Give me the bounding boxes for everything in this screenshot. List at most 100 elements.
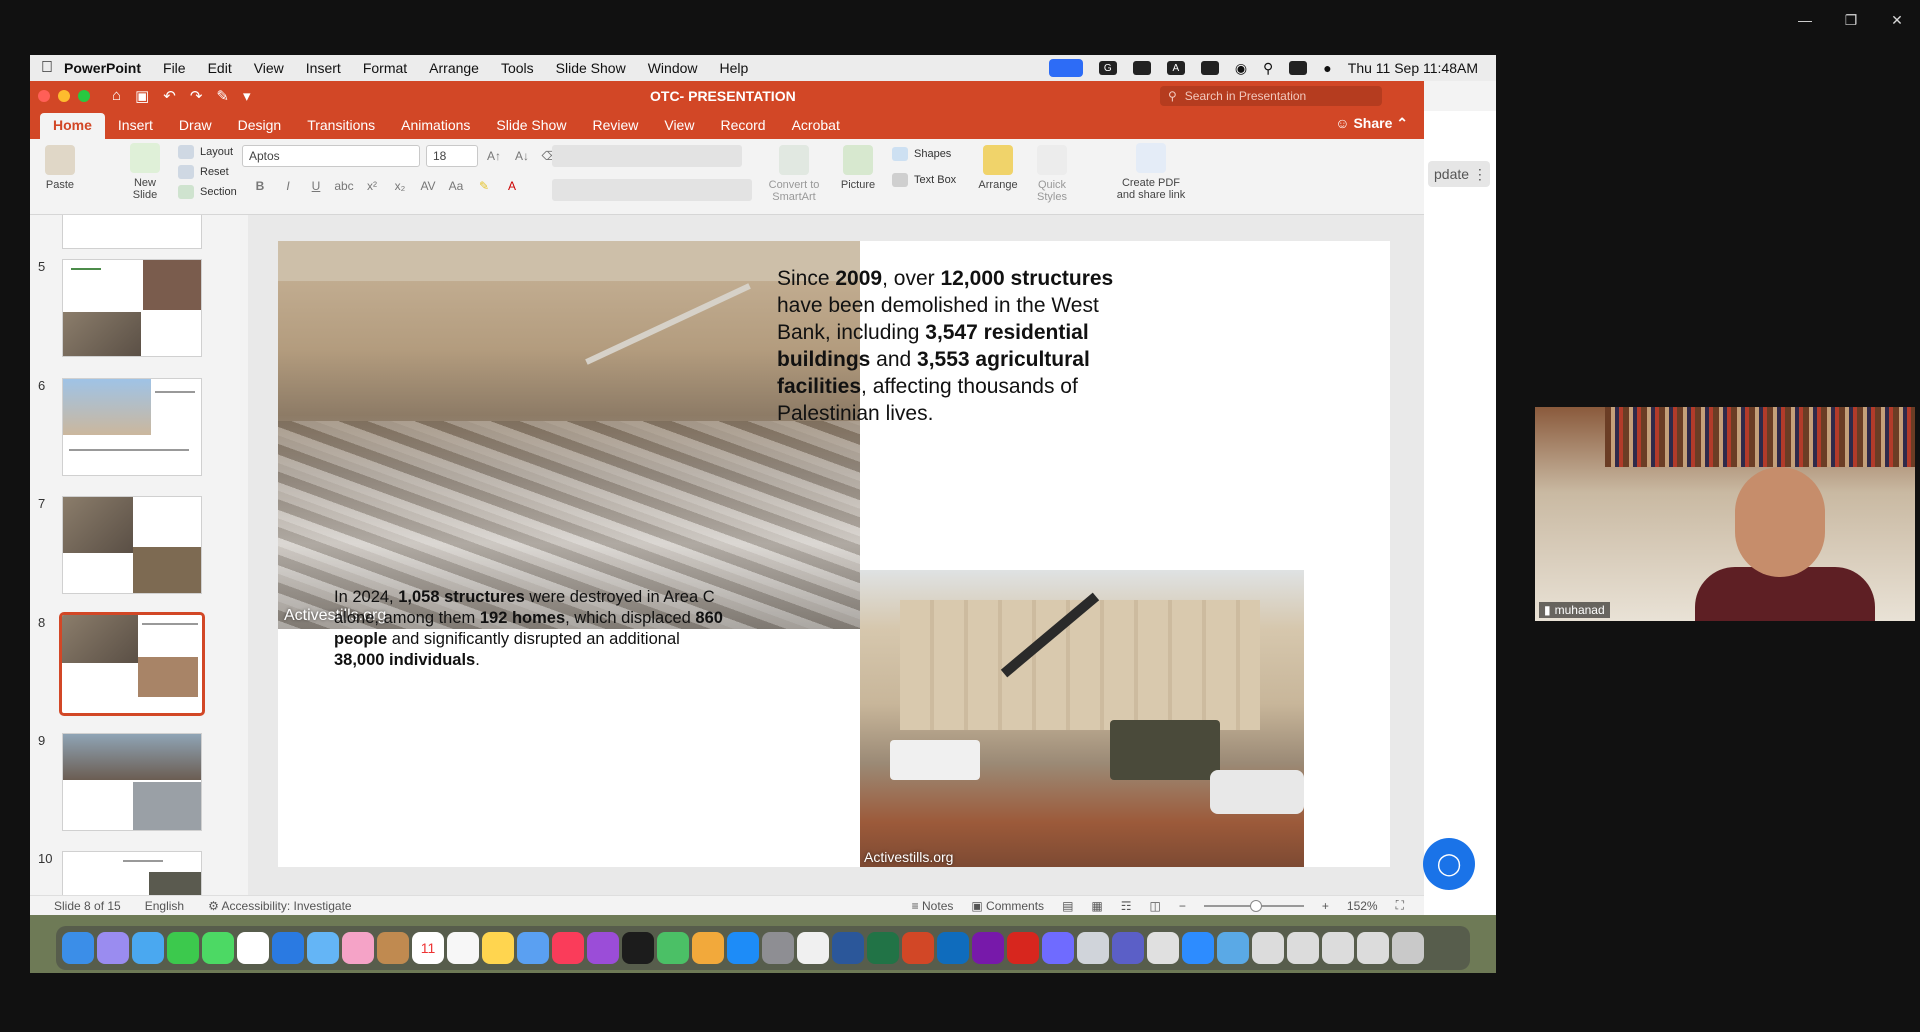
picture-button[interactable]: Picture xyxy=(836,145,880,191)
downloads-folder-icon[interactable] xyxy=(1217,932,1249,964)
apple-icon[interactable]:  xyxy=(30,59,64,77)
spotlight-icon[interactable]: ⚲ xyxy=(1263,60,1273,77)
zoom-out-icon[interactable]: − xyxy=(1179,899,1186,913)
shapes-button[interactable]: Shapes xyxy=(892,147,951,161)
slide-sorter-icon[interactable]: ▦ xyxy=(1091,899,1102,913)
new-slide-button[interactable]: New Slide xyxy=(122,143,168,201)
participant-video-tile[interactable]: ▮ muhanad xyxy=(1535,407,1915,621)
paragraph-align-buttons[interactable] xyxy=(552,179,752,201)
menu-edit[interactable]: Edit xyxy=(208,60,232,76)
close-icon[interactable]: ✕ xyxy=(1874,8,1920,32)
recent-file-icon[interactable] xyxy=(1287,932,1319,964)
input-source-icon[interactable]: A xyxy=(1166,61,1185,75)
strikethrough-icon[interactable]: abc xyxy=(334,179,354,193)
chrome-icon[interactable] xyxy=(237,932,269,964)
slide-thumbnail-8[interactable] xyxy=(59,612,205,716)
edit-icon[interactable]: ✎ xyxy=(216,87,229,105)
tab-acrobat[interactable]: Acrobat xyxy=(779,117,853,139)
menu-format[interactable]: Format xyxy=(363,60,407,76)
subscript-icon[interactable]: x₂ xyxy=(390,179,410,193)
screen-share-icon[interactable] xyxy=(1048,59,1083,77)
char-spacing-icon[interactable]: AV xyxy=(418,179,438,193)
font-color-icon[interactable]: A xyxy=(502,179,522,193)
normal-view-icon[interactable]: ▤ xyxy=(1062,899,1073,913)
tab-home[interactable]: Home xyxy=(40,113,105,139)
zoom-level[interactable]: 152% xyxy=(1347,899,1378,913)
bold-icon[interactable]: B xyxy=(250,179,270,193)
quick-styles-button[interactable]: Quick Styles xyxy=(1030,145,1074,203)
shrink-font-icon[interactable]: A↓ xyxy=(512,149,532,163)
demolished-area-photo[interactable]: Activestills.org xyxy=(278,241,860,629)
menu-view[interactable]: View xyxy=(254,60,284,76)
redo-icon[interactable]: ↷ xyxy=(190,87,203,105)
tv-icon[interactable] xyxy=(622,932,654,964)
update-button[interactable]: pdate ⋮ xyxy=(1428,161,1490,187)
trash-icon[interactable] xyxy=(1392,932,1424,964)
safari-icon[interactable] xyxy=(132,932,164,964)
excel-icon[interactable] xyxy=(867,932,899,964)
close-window-icon[interactable] xyxy=(38,90,50,102)
slide-thumbnail-9[interactable] xyxy=(62,733,202,831)
font-name-select[interactable]: Aptos xyxy=(242,145,420,167)
grow-font-icon[interactable]: A↑ xyxy=(484,149,504,163)
notes-app-icon[interactable] xyxy=(482,932,514,964)
zoom-app-icon[interactable] xyxy=(1182,932,1214,964)
customize-icon[interactable]: ▾ xyxy=(243,87,251,105)
restore-icon[interactable]: ❐ xyxy=(1828,8,1874,32)
menu-help[interactable]: Help xyxy=(720,60,749,76)
outlook-icon[interactable] xyxy=(937,932,969,964)
tab-transitions[interactable]: Transitions xyxy=(294,117,388,139)
minimize-icon[interactable]: — xyxy=(1782,8,1828,32)
launchpad-icon[interactable] xyxy=(97,932,129,964)
freeform-icon[interactable] xyxy=(517,932,549,964)
menu-app-name[interactable]: PowerPoint xyxy=(64,60,141,76)
facetime-icon[interactable] xyxy=(167,932,199,964)
convert-smartart-button[interactable]: Convert to SmartArt xyxy=(764,145,824,203)
app-store-icon[interactable] xyxy=(727,932,759,964)
text-box-button[interactable]: Text Box xyxy=(892,173,956,187)
search-input[interactable]: ⚲ Search in Presentation xyxy=(1160,86,1382,106)
tab-slide-show[interactable]: Slide Show xyxy=(483,117,579,139)
photos-icon[interactable] xyxy=(342,932,374,964)
reminders-icon[interactable] xyxy=(447,932,479,964)
reading-view-icon[interactable]: ☶ xyxy=(1121,899,1132,913)
siri-icon[interactable]: ● xyxy=(1323,60,1331,76)
slide-thumbnail-7[interactable] xyxy=(62,496,202,594)
superscript-icon[interactable]: x² xyxy=(362,179,382,193)
finder-icon[interactable] xyxy=(62,932,94,964)
wifi-icon[interactable]: ◉ xyxy=(1235,60,1247,77)
messenger-icon[interactable] xyxy=(1042,932,1074,964)
calendar-icon[interactable]: 11 xyxy=(412,932,444,964)
menu-window[interactable]: Window xyxy=(648,60,698,76)
grammarly-icon[interactable]: G xyxy=(1098,61,1117,75)
slide-text-2024-statistics[interactable]: In 2024, 1,058 structures were destroyed… xyxy=(334,587,734,671)
language-status[interactable]: English xyxy=(145,899,184,913)
zoom-in-icon[interactable]: + xyxy=(1322,899,1329,913)
recent-file-icon[interactable] xyxy=(1357,932,1389,964)
control-center-icon[interactable] xyxy=(1289,61,1308,75)
menu-arrange[interactable]: Arrange xyxy=(429,60,479,76)
menu-clock[interactable]: Thu 11 Sep 11:48AM xyxy=(1348,60,1478,76)
section-button[interactable]: Section xyxy=(178,185,237,199)
reset-button[interactable]: Reset xyxy=(178,165,229,179)
tab-draw[interactable]: Draw xyxy=(166,117,225,139)
recent-file-icon[interactable] xyxy=(1252,932,1284,964)
arrange-button[interactable]: Arrange xyxy=(974,145,1022,191)
tab-insert[interactable]: Insert xyxy=(105,117,166,139)
fit-slide-icon[interactable]: ⛶ xyxy=(1396,898,1404,913)
italic-icon[interactable]: I xyxy=(278,179,298,193)
zoom-slider[interactable] xyxy=(1203,899,1304,912)
slide-thumbnail-10[interactable] xyxy=(62,851,202,895)
system-settings-icon[interactable] xyxy=(762,932,794,964)
battery-icon[interactable] xyxy=(1200,61,1219,75)
tab-view[interactable]: View xyxy=(651,117,707,139)
current-slide[interactable]: Activestills.org Since 2009, over 12,000… xyxy=(278,241,1390,867)
slide-text-2009-statistics[interactable]: Since 2009, over 12,000 structures have … xyxy=(777,265,1117,427)
menu-file[interactable]: File xyxy=(163,60,186,76)
onenote-icon[interactable] xyxy=(972,932,1004,964)
layout-button[interactable]: Layout xyxy=(178,145,233,159)
paste-button[interactable]: Paste xyxy=(40,145,80,191)
menu-insert[interactable]: Insert xyxy=(306,60,341,76)
tab-animations[interactable]: Animations xyxy=(388,117,483,139)
powerpoint-icon[interactable] xyxy=(902,932,934,964)
